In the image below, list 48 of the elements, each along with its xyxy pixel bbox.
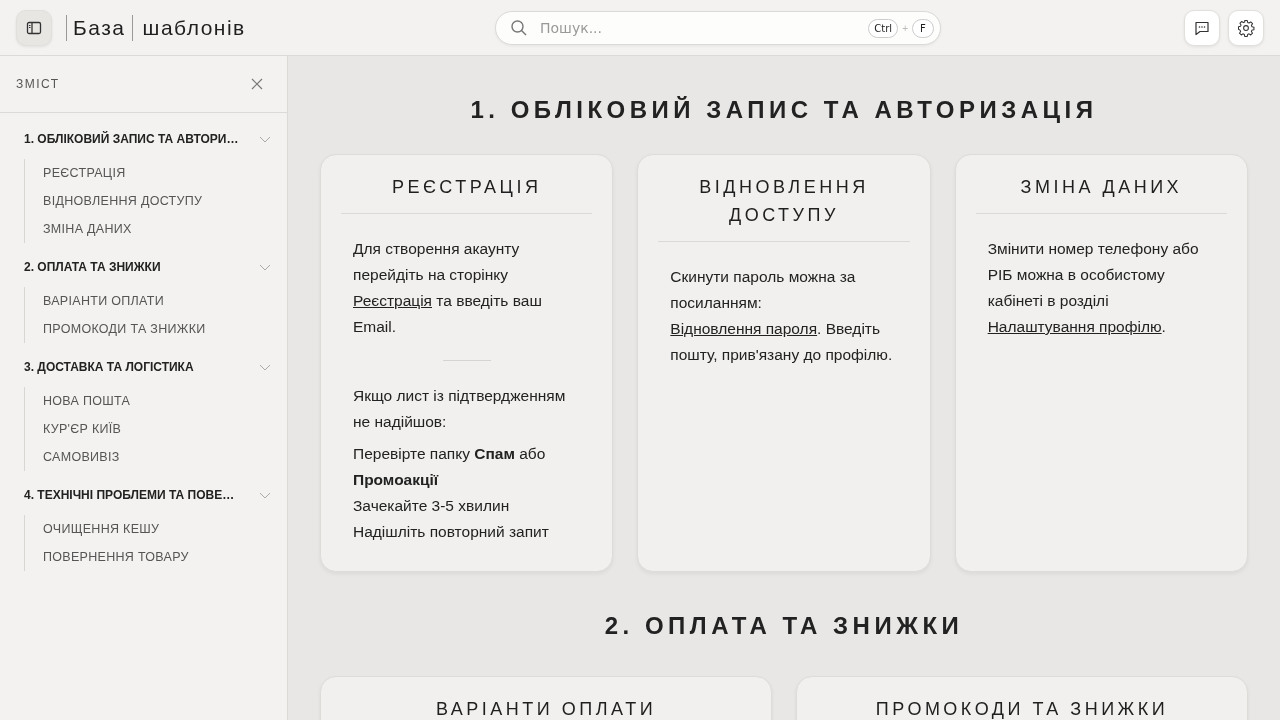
sidebar-item[interactable]: НОВА ПОШТА [25, 387, 271, 415]
card-title: ВАРІАНТИ ОПЛАТИ [341, 695, 751, 720]
sidebar-item[interactable]: ПОВЕРНЕННЯ ТОВАРУ [25, 543, 271, 571]
step-text: Надішліть повторний запит [353, 522, 550, 542]
link[interactable]: Реєстрація [353, 292, 432, 309]
sidebar-group[interactable]: 4. ТЕХНІЧНІ ПРОБЛЕМИ ТА ПОВЕ… [24, 485, 271, 505]
sidebar-group[interactable]: 1. ОБЛІКОВИЙ ЗАПИС ТА АВТОРИ… [24, 129, 271, 149]
card-text: Якщо лист із підтвердженням не надійшов: [353, 386, 567, 432]
close-button[interactable] [249, 76, 265, 92]
sidebar-group[interactable]: 3. ДОСТАВКА ТА ЛОГІСТИКА [24, 357, 271, 377]
link[interactable]: Відновлення пароля [670, 320, 818, 337]
card-text: Скинути пароль можна за посиланням: Відновлення пароля. Введіть пошту, прив'язану до профілю. [670, 267, 894, 365]
card-text: Змінити номер телефону або РІБ можна в особистому кабінеті в розділі Налаштування профілю. [987, 239, 1200, 337]
sidebar-item[interactable]: ВІДНОВЛЕННЯ ДОСТУПУ [25, 187, 271, 215]
sidebar-icon [26, 19, 42, 36]
card-title: ВІДНОВЛЕННЯ ДОСТУПУ [658, 173, 910, 242]
settings-icon [1237, 18, 1255, 37]
chat-icon [1194, 19, 1210, 36]
card-text: Для створення акаунту перейдіть на сторінку Реєстрація та введіть ваш Email. [353, 239, 543, 337]
step-text: Перевірте папку Спам або Промоакції [353, 444, 547, 490]
settings-button[interactable] [1228, 9, 1264, 46]
sidebar-group[interactable]: 2. ОПЛАТА ТА ЗНИЖКИ [24, 257, 271, 277]
card-title: РЕЄСТРАЦІЯ [341, 173, 593, 214]
search-input[interactable]: Пошук... [538, 19, 859, 37]
logo-text: шаблонів [142, 15, 246, 40]
search-field[interactable]: Пошук... Ctrl + F [495, 11, 941, 45]
search-icon [510, 19, 528, 37]
link[interactable]: Налаштування профілю [987, 318, 1162, 335]
chat-button[interactable] [1184, 9, 1220, 46]
card-title: ПРОМОКОДИ ТА ЗНИЖКИ [817, 695, 1227, 720]
card-title: ЗМІНА ДАНИХ [975, 173, 1227, 214]
sidebar-item[interactable]: ПРОМОКОДИ ТА ЗНИЖКИ [25, 315, 271, 343]
sidebar-item[interactable]: САМОВИВІЗ [25, 443, 271, 471]
sidebar-item[interactable]: РЕЄСТРАЦІЯ [25, 159, 271, 187]
sidebar-toggle-button[interactable] [16, 9, 52, 46]
close-icon [251, 78, 263, 90]
keyboard-key: F [912, 18, 934, 38]
keyboard-key: Ctrl [868, 18, 899, 38]
plus-sign: + [902, 22, 908, 34]
section-title: 1. ОБЛІКОВИЙ ЗАПИС ТА АВТОРИЗАЦІЯ [469, 96, 1099, 124]
step-text: Зачекайте 3-5 хвилин [353, 496, 511, 516]
section-title: 2. ОПЛАТА ТА ЗНИЖКИ [603, 612, 965, 640]
sidebar-title: ЗМІСТ [16, 77, 60, 91]
logo-text: База [66, 14, 133, 41]
sidebar-item[interactable]: ОЧИЩЕННЯ КЕШУ [25, 515, 271, 543]
sidebar-item[interactable]: КУР'ЄР КИЇВ [25, 415, 271, 443]
sidebar-item[interactable]: ВАРІАНТИ ОПЛАТИ [25, 287, 271, 315]
sidebar-item[interactable]: ЗМІНА ДАНИХ [25, 215, 271, 243]
